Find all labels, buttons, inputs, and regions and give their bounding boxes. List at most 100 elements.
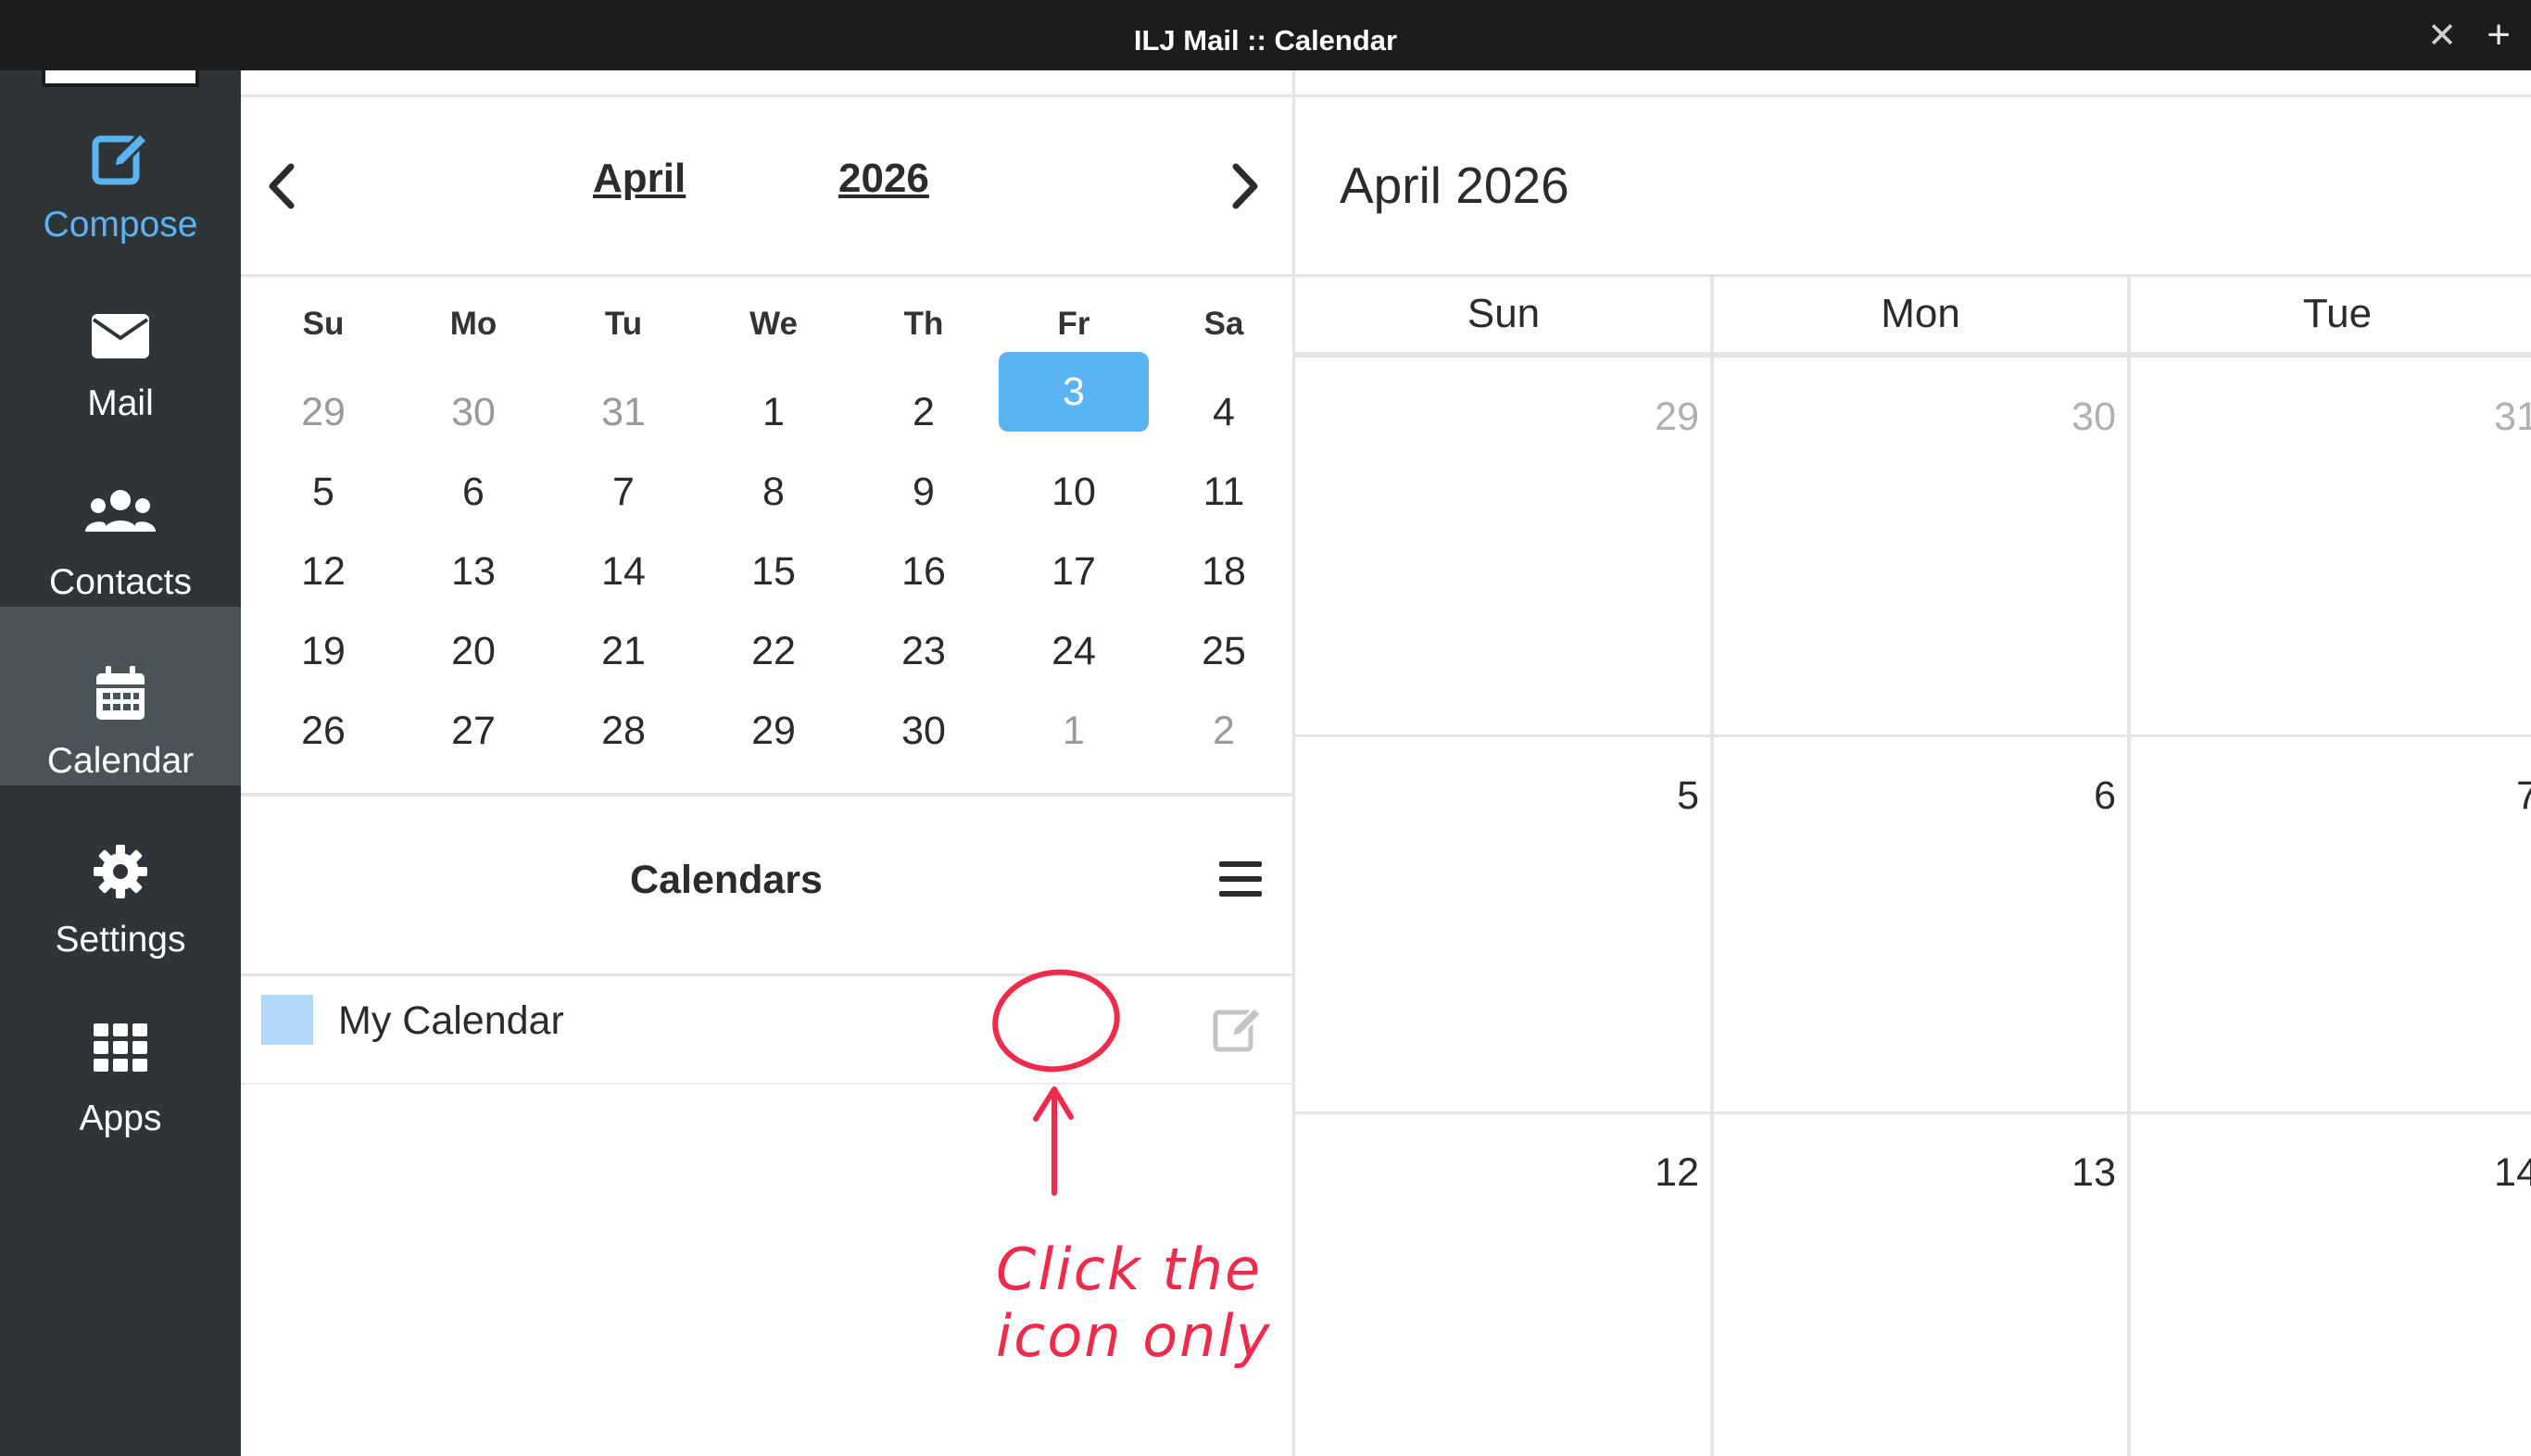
month-view: April 2026 Sun Mon Tue 29 30 31 5 6 7 12 13 14: [1295, 70, 2531, 1456]
weekday-header: We: [749, 306, 798, 342]
divider: [1295, 274, 2531, 277]
divider: [241, 94, 1295, 97]
day-of-week-header: Mon: [1881, 291, 1960, 336]
divider: [1295, 94, 2531, 97]
mini-calendar-day[interactable]: 21: [548, 611, 699, 691]
weekday-header: Mo: [449, 306, 497, 342]
month-day-number[interactable]: 30: [2005, 395, 2116, 440]
sidebar-item-label: Compose: [43, 205, 198, 245]
annotation-line-2: icon only: [996, 1302, 1272, 1370]
gear-icon: [0, 843, 241, 904]
calendar-name: My Calendar: [338, 998, 564, 1043]
mini-calendar-day[interactable]: 18: [1149, 532, 1299, 611]
month-selector[interactable]: April: [593, 156, 686, 202]
weekday-header: Tu: [604, 306, 643, 342]
mini-calendar-day[interactable]: 27: [398, 691, 548, 771]
weekday-header: Su: [302, 306, 345, 342]
new-tab-icon[interactable]: +: [2487, 15, 2511, 56]
grid-line: [1295, 1111, 2531, 1114]
mini-calendar-day[interactable]: 28: [548, 691, 699, 771]
month-view-title: April 2026: [1340, 157, 1569, 214]
mini-calendar-day[interactable]: 30: [849, 691, 999, 771]
annotation-line-1: Click the: [996, 1236, 1263, 1303]
window-title-bar: ILJ Mail :: Calendar ✕ +: [0, 0, 2531, 70]
calendar-color-swatch: [261, 995, 313, 1045]
calendar-icon: [0, 664, 241, 725]
year-selector[interactable]: 2026: [838, 156, 929, 202]
menu-icon[interactable]: [1217, 858, 1264, 900]
mini-calendar-day[interactable]: 29: [248, 372, 398, 452]
mini-calendar-day[interactable]: 23: [849, 611, 999, 691]
divider: [241, 793, 1295, 797]
mini-calendar-day[interactable]: 19: [248, 611, 398, 691]
mini-calendar-day[interactable]: 20: [398, 611, 548, 691]
weekday-header: Th: [903, 306, 944, 342]
mini-calendar-day[interactable]: 16: [849, 532, 999, 611]
mini-calendar-day[interactable]: 30: [398, 372, 548, 452]
next-month-chevron-right-icon[interactable]: [1221, 159, 1267, 213]
month-day-number[interactable]: 31: [2427, 395, 2531, 440]
mini-calendar-day[interactable]: 13: [398, 532, 548, 611]
sidebar-item-label: Calendar: [46, 741, 195, 781]
mini-calendar-day[interactable]: 14: [548, 532, 699, 611]
mini-calendar-day[interactable]: 6: [398, 452, 548, 532]
mini-calendar-day[interactable]: 15: [699, 532, 849, 611]
month-day-number[interactable]: 5: [1588, 773, 1699, 819]
prev-month-chevron-left-icon[interactable]: [259, 159, 306, 213]
grid-line: [1710, 277, 1714, 1456]
mini-calendar-day[interactable]: 9: [849, 452, 999, 532]
grid-line: [1295, 734, 2531, 737]
mini-calendar-day[interactable]: 4: [1149, 372, 1299, 452]
sidebar-item-calendar[interactable]: Calendar: [0, 607, 241, 785]
divider: [1295, 352, 2531, 358]
mini-calendar-day[interactable]: 1: [999, 691, 1149, 771]
sidebar-item-mail[interactable]: Mail: [0, 249, 241, 428]
sidebar: Compose Mail Contacts Calendar Settings …: [0, 70, 241, 1456]
mini-calendar-day[interactable]: 5: [248, 452, 398, 532]
mini-calendar-day[interactable]: 1: [699, 372, 849, 452]
sidebar-item-settings[interactable]: Settings: [0, 785, 241, 964]
grid-line: [2127, 277, 2131, 1456]
mini-calendar-day[interactable]: 22: [699, 611, 849, 691]
sidebar-item-label: Mail: [87, 383, 154, 423]
sidebar-item-label: Settings: [55, 920, 186, 960]
month-day-number[interactable]: 13: [2005, 1150, 2116, 1196]
close-tab-icon[interactable]: ✕: [2427, 19, 2457, 54]
mini-calendar-day[interactable]: 2: [849, 372, 999, 452]
sidebar-item-apps[interactable]: Apps: [0, 964, 241, 1143]
divider: [241, 274, 1295, 277]
mini-calendar-day[interactable]: 10: [999, 452, 1149, 532]
sidebar-item-label: Apps: [79, 1098, 162, 1138]
sidebar-item-label: Contacts: [49, 562, 192, 602]
annotation-note: Click the icon only: [996, 1236, 1271, 1370]
mini-calendar-day[interactable]: 11: [1149, 452, 1299, 532]
day-of-week-header: Tue: [2302, 291, 2373, 336]
mini-calendar-day[interactable]: 2: [1149, 691, 1299, 771]
mini-calendar-day[interactable]: 31: [548, 372, 699, 452]
envelope-icon: [0, 307, 241, 368]
month-day-number[interactable]: 14: [2427, 1150, 2531, 1196]
compose-icon: [0, 128, 241, 189]
month-day-number[interactable]: 6: [2005, 773, 2116, 819]
month-day-number[interactable]: 12: [1588, 1150, 1699, 1196]
month-day-number[interactable]: 29: [1588, 395, 1699, 440]
month-day-number[interactable]: 7: [2427, 773, 2531, 819]
window-title: ILJ Mail :: Calendar: [1133, 24, 1398, 56]
calendars-heading: Calendars: [630, 858, 823, 902]
mini-calendar-day[interactable]: 29: [699, 691, 849, 771]
day-of-week-header: Sun: [1467, 291, 1541, 336]
sidebar-item-compose[interactable]: Compose: [0, 70, 241, 249]
mini-calendar-day[interactable]: 24: [999, 611, 1149, 691]
mini-calendar-day[interactable]: 26: [248, 691, 398, 771]
mini-calendar-day[interactable]: 8: [699, 452, 849, 532]
grid-icon: [0, 1022, 241, 1083]
mini-calendar-day[interactable]: 17: [999, 532, 1149, 611]
weekday-header: Fr: [1057, 306, 1090, 342]
mini-calendar-day[interactable]: 7: [548, 452, 699, 532]
weekday-header: Sa: [1203, 306, 1244, 342]
mini-calendar-day[interactable]: 3: [999, 352, 1149, 432]
mini-calendar-day[interactable]: 25: [1149, 611, 1299, 691]
sidebar-item-contacts[interactable]: Contacts: [0, 428, 241, 607]
mini-calendar-day[interactable]: 12: [248, 532, 398, 611]
users-icon: [0, 485, 241, 546]
